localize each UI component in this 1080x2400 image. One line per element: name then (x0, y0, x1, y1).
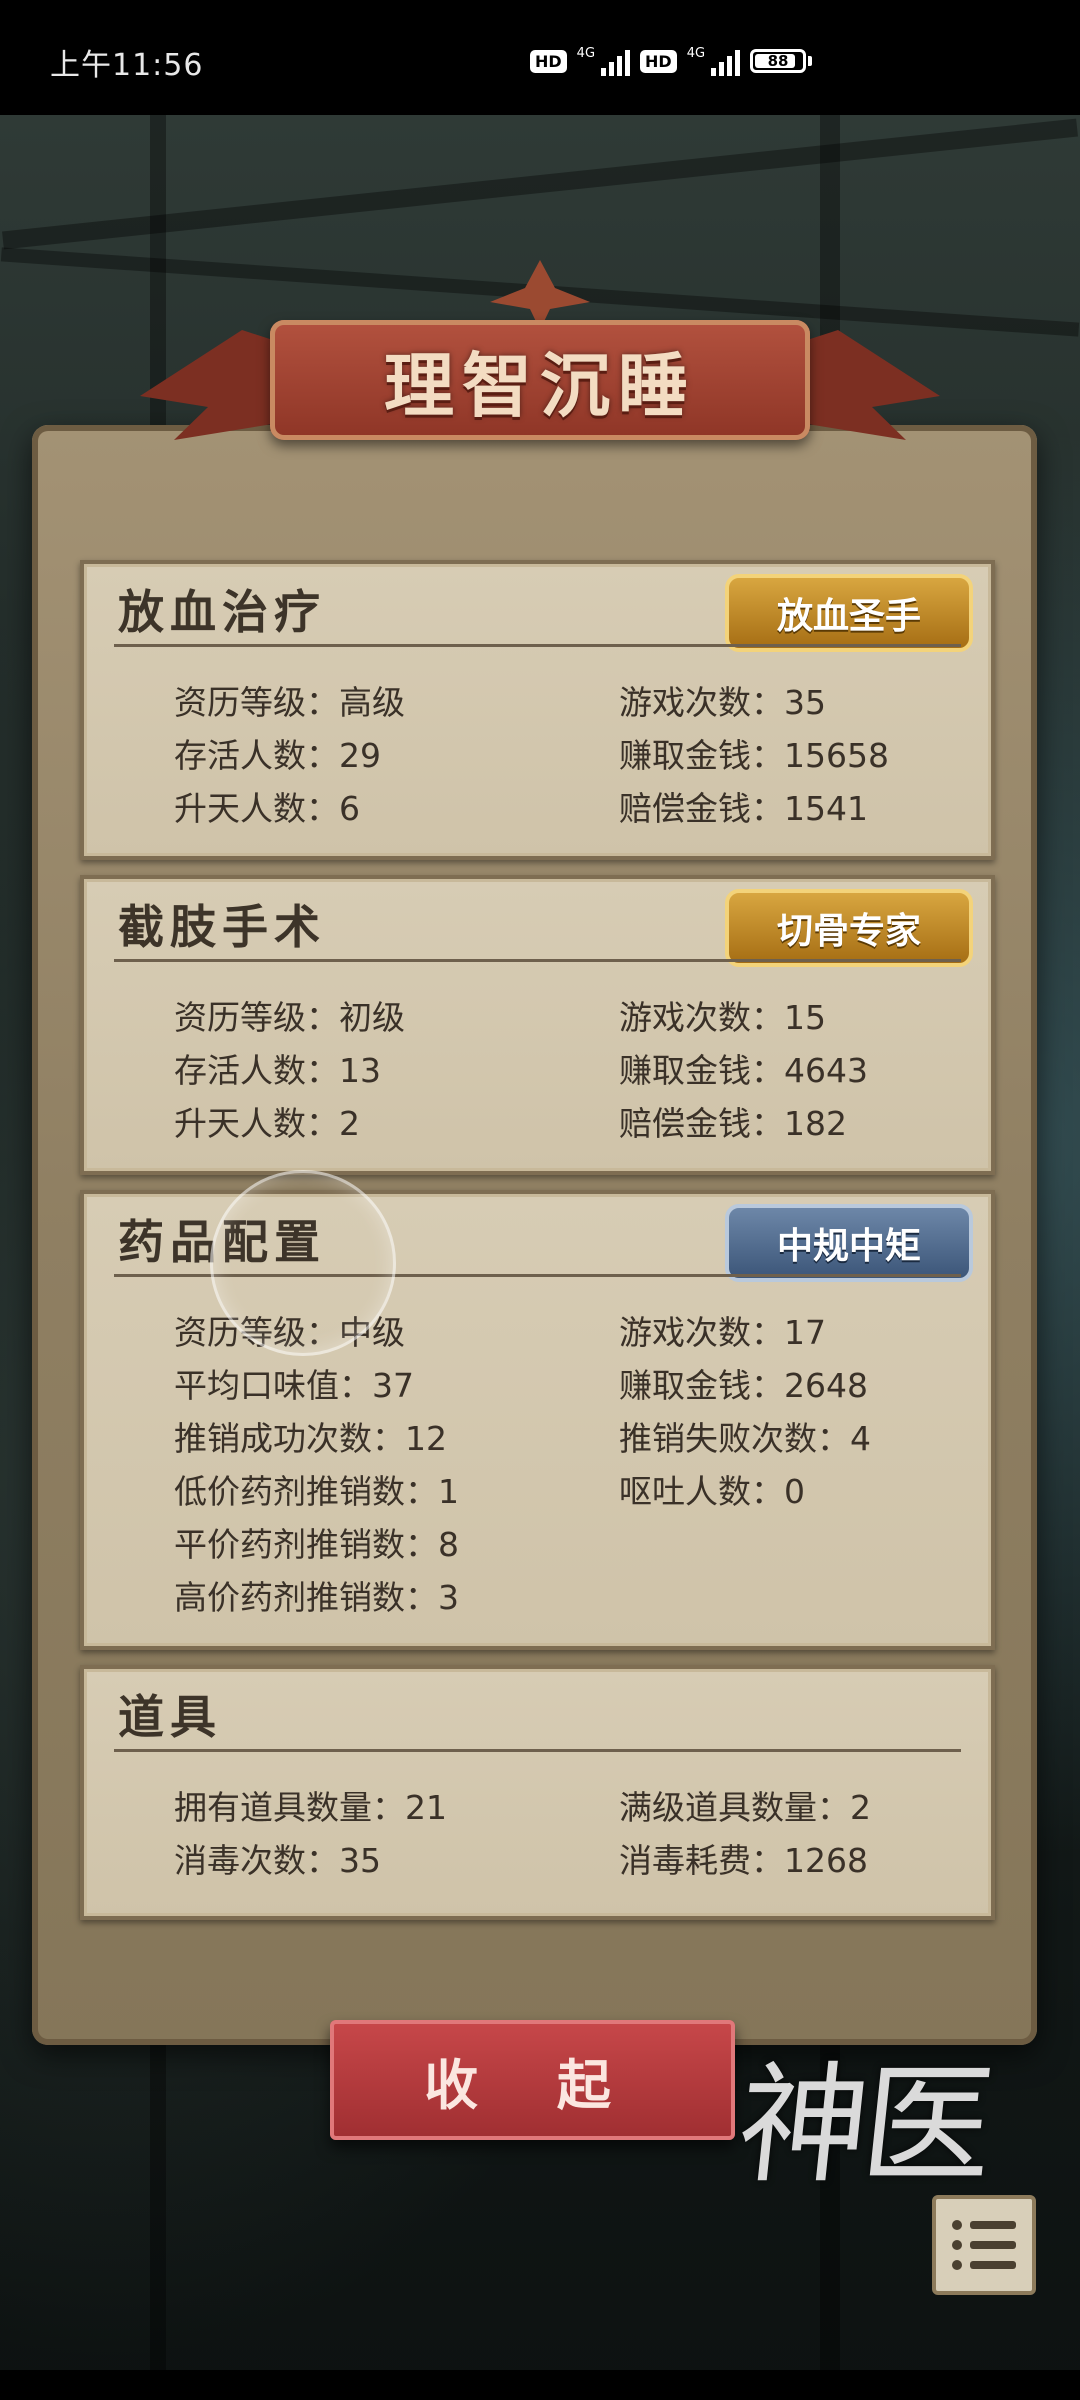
stat-survivors: 存活人数：29 (174, 736, 381, 775)
stat-sell-success: 推销成功次数：12 (174, 1419, 447, 1458)
page-title: 理智沉睡 (384, 344, 696, 427)
status-bar: 上午11:56 HD 4G HD 4G 88 (0, 0, 1080, 115)
stat-level: 资历等级：初级 (174, 998, 405, 1037)
stat-games: 游戏次数：17 (619, 1313, 826, 1352)
signal-icon (601, 46, 631, 76)
panel-items: 道具 拥有道具数量：21 满级道具数量：2 消毒次数：35 消毒耗费：1268 (80, 1665, 995, 1920)
title-banner: 理智沉睡 (140, 260, 940, 470)
battery-level: 88 (767, 52, 789, 70)
stat-games: 游戏次数：35 (619, 683, 826, 722)
signal-icon-2 (711, 46, 741, 76)
stat-mid-price: 平价药剂推销数：8 (174, 1525, 459, 1564)
panel-bloodletting: 放血治疗 放血圣手 资历等级：高级 游戏次数：35 存活人数：29 赚取金钱：1… (80, 560, 995, 860)
panel-title: 道具 (118, 1690, 222, 1744)
stat-compensation: 赔偿金钱：182 (619, 1104, 847, 1143)
hd-badge-1: HD (530, 49, 567, 73)
stat-money-earned: 赚取金钱：4643 (619, 1051, 868, 1090)
collapse-button[interactable]: 收 起 (330, 2020, 735, 2140)
stat-survivors: 存活人数：13 (174, 1051, 381, 1090)
bottom-bar (0, 2370, 1080, 2400)
hd-badge-2: HD (640, 49, 677, 73)
stat-money-earned: 赚取金钱：15658 (619, 736, 889, 775)
stat-level: 资历等级：高级 (174, 683, 405, 722)
menu-list-icon[interactable] (932, 2195, 1036, 2295)
stat-items-owned: 拥有道具数量：21 (174, 1788, 447, 1827)
status-time: 上午11:56 (50, 48, 204, 83)
network-type-1: 4G (576, 46, 596, 61)
stat-avg-taste: 平均口味值：37 (174, 1366, 414, 1405)
panel-title: 放血治疗 (118, 585, 326, 639)
stat-disinfect-count: 消毒次数：35 (174, 1841, 381, 1880)
stat-ascended: 升天人数：2 (174, 1104, 360, 1143)
game-logo: 神医 (730, 2049, 995, 2201)
stat-money-earned: 赚取金钱：2648 (619, 1366, 868, 1405)
stat-items-max-level: 满级道具数量：2 (619, 1788, 871, 1827)
rank-badge[interactable]: 切骨专家 (725, 889, 973, 967)
stat-compensation: 赔偿金钱：1541 (619, 789, 868, 828)
stat-disinfect-cost: 消毒耗费：1268 (619, 1841, 868, 1880)
rank-badge[interactable]: 中规中矩 (725, 1204, 973, 1282)
rank-badge[interactable]: 放血圣手 (725, 574, 973, 652)
stat-ascended: 升天人数：6 (174, 789, 360, 828)
panel-amputation: 截肢手术 切骨专家 资历等级：初级 游戏次数：15 存活人数：13 赚取金钱：4… (80, 875, 995, 1175)
stat-vomit: 呕吐人数：0 (619, 1472, 805, 1511)
stat-low-price: 低价药剂推销数：1 (174, 1472, 459, 1511)
network-type-2: 4G (686, 46, 706, 61)
status-indicators: HD 4G HD 4G 88 (530, 46, 813, 76)
panel-title: 截肢手术 (118, 900, 326, 954)
stat-sell-fail: 推销失败次数：4 (619, 1419, 871, 1458)
touch-ripple (210, 1170, 396, 1356)
battery-icon: 88 (750, 49, 813, 73)
stat-games: 游戏次数：15 (619, 998, 826, 1037)
stat-high-price: 高价药剂推销数：3 (174, 1578, 459, 1617)
